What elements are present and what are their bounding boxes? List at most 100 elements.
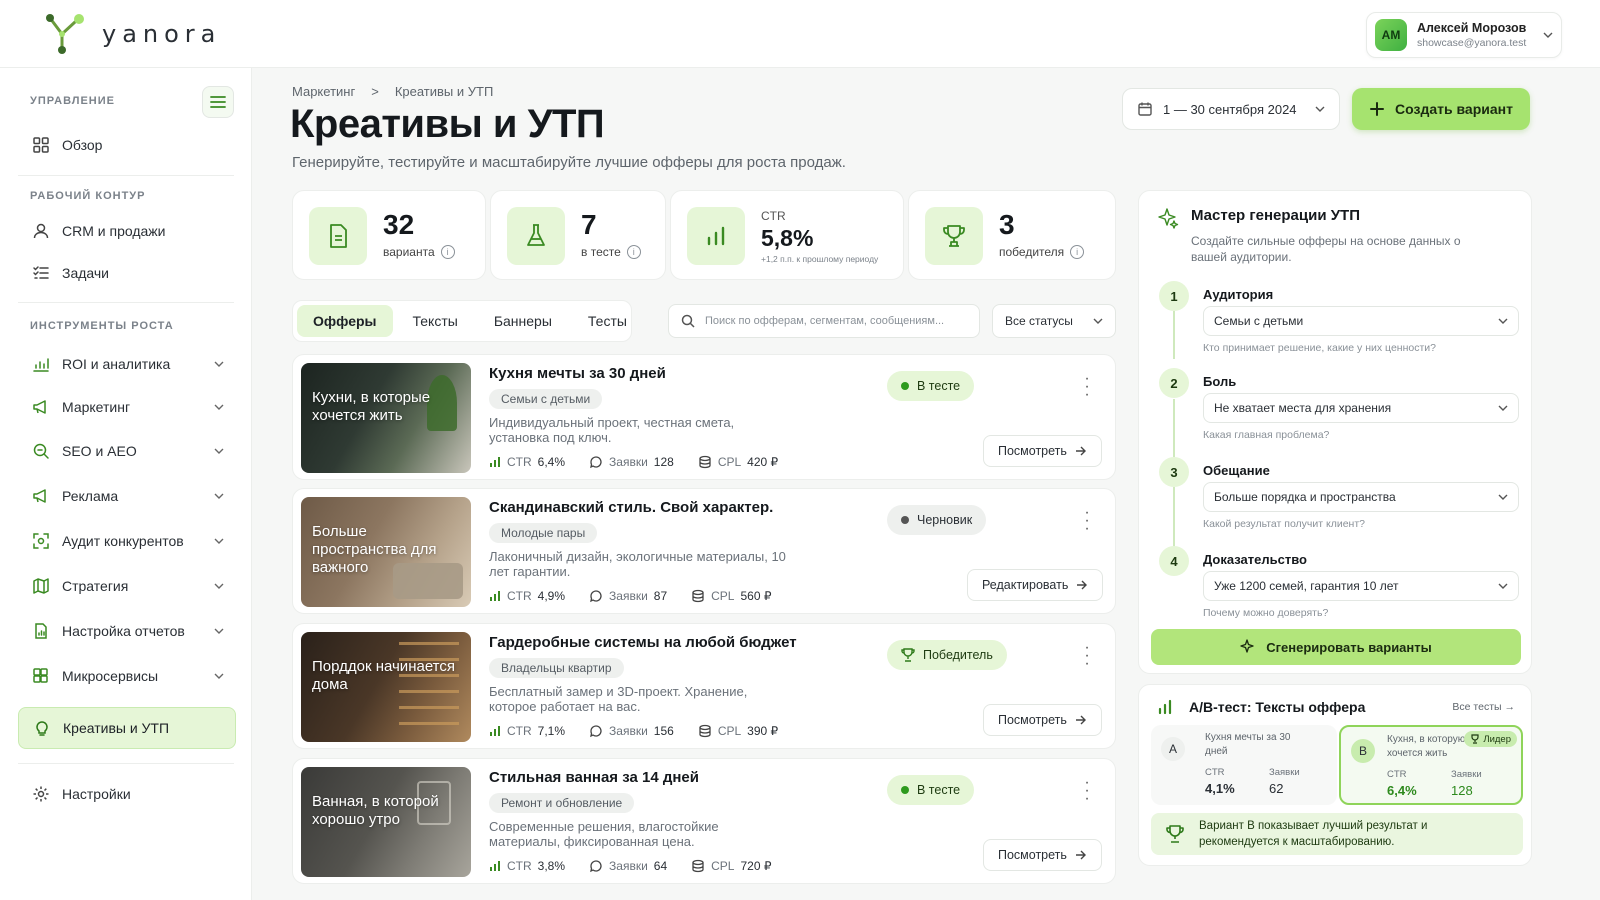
search-placeholder: Поиск по офферам, сегментам, сообщениям.… (705, 315, 945, 327)
audience-select[interactable]: Семьи с детьми (1203, 306, 1519, 336)
sidebar-item-competitors[interactable]: Аудит конкурентов (18, 522, 236, 560)
menu-icon (210, 96, 226, 108)
sidebar-item-ads[interactable]: Реклама (18, 477, 236, 515)
top-bar: yanora АМ Алексей Морозов showcase@yanor… (0, 0, 1600, 68)
leads-value: 156 (653, 724, 674, 738)
user-icon (33, 223, 49, 239)
menu-toggle-button[interactable] (202, 86, 234, 118)
generate-variants-button[interactable]: Сгенерировать варианты (1151, 629, 1521, 665)
cpl-value: 390 ₽ (747, 724, 779, 738)
ctr-value: 4,9% (537, 589, 566, 603)
variant-a-card[interactable]: A Кухня мечты за 30 дней CTR Заявки 4,1%… (1151, 725, 1337, 805)
pain-select[interactable]: Не хватает места для хранения (1203, 393, 1519, 423)
status-filter-select[interactable]: Все статусы (992, 304, 1116, 338)
tab-banners[interactable]: Баннеры (478, 305, 568, 337)
stat-value: 7 (581, 209, 597, 240)
sidebar-item-reports[interactable]: Настройка отчетов (18, 612, 236, 650)
info-icon[interactable]: i (440, 245, 455, 259)
user-email: showcase@yanora.test (1417, 37, 1527, 49)
divider (18, 175, 234, 176)
chevron-down-icon (1093, 318, 1103, 324)
page-title: Креативы и УТП (290, 102, 605, 146)
sidebar-item-overview[interactable]: Обзор (18, 126, 236, 164)
sidebar-item-label: CRM и продажи (62, 223, 166, 239)
calendar-icon (1138, 102, 1152, 116)
view-button[interactable]: Посмотреть (983, 704, 1102, 736)
user-name: Алексей Морозов (1417, 21, 1527, 35)
info-icon[interactable]: i (626, 245, 641, 259)
offer-description: Бесплатный замер и 3D-проект. Хранение, … (489, 684, 748, 714)
offer-card[interactable]: Кухни, в которые хочется жить Кухня мечт… (292, 354, 1116, 480)
sidebar-item-label: Аудит конкурентов (62, 533, 184, 549)
view-button[interactable]: Посмотреть (983, 839, 1102, 871)
chevron-down-icon (214, 404, 224, 410)
search-input[interactable]: Поиск по офферам, сегментам, сообщениям.… (668, 304, 980, 338)
variant-b-card[interactable]: B Кухня, в которую хочется жить Лидер CT… (1339, 725, 1523, 805)
sidebar-item-tasks[interactable]: Задачи (18, 254, 236, 292)
sidebar-item-strategy[interactable]: Стратегия (18, 567, 236, 605)
sidebar-item-microservices[interactable]: Микросервисы (18, 657, 236, 695)
tab-texts[interactable]: Тексты (397, 305, 474, 337)
sidebar-item-crm[interactable]: CRM и продажи (18, 212, 236, 250)
page-subtitle: Генерируйте, тестируйте и масштабируйте … (292, 154, 846, 171)
chevron-down-icon (214, 538, 224, 544)
promise-select[interactable]: Больше порядка и пространства (1203, 482, 1519, 512)
sidebar-section-label: РАБОЧИЙ КОНТУР (30, 190, 146, 202)
offer-description: Индивидуальный проект, честная смета, ус… (489, 415, 735, 445)
sidebar-item-settings[interactable]: Настройки (18, 775, 236, 813)
create-variant-button[interactable]: Создать вариант (1352, 88, 1530, 130)
offer-card[interactable]: Порддок начинается дома Гардеробные сист… (292, 623, 1116, 749)
ctr-label: CTR (1205, 767, 1225, 778)
chevron-down-icon (1498, 318, 1508, 324)
view-button[interactable]: Посмотреть (983, 435, 1102, 467)
sidebar-item-marketing[interactable]: Маркетинг (18, 388, 236, 426)
user-menu[interactable]: АМ Алексей Морозов showcase@yanora.test (1366, 12, 1562, 58)
more-options-icon[interactable]: · · · (1077, 640, 1097, 672)
plus-icon (1370, 102, 1385, 116)
info-icon[interactable]: i (1070, 245, 1085, 259)
more-options-icon[interactable]: · · · (1077, 505, 1097, 537)
sidebar-item-roi[interactable]: ROI и аналитика (18, 345, 236, 383)
sidebar-item-creatives[interactable]: Креативы и УТП (18, 707, 236, 749)
more-options-icon[interactable]: · · · (1077, 775, 1097, 807)
sidebar-item-seo[interactable]: SEO и AEO (18, 432, 236, 470)
chevron-down-icon (1315, 106, 1325, 112)
chevron-down-icon (1498, 494, 1508, 500)
chevron-down-icon (214, 361, 224, 367)
chevron-down-icon (1498, 583, 1508, 589)
breadcrumb-link[interactable]: Маркетинг (292, 84, 355, 99)
proof-select[interactable]: Уже 1200 семей, гарантия 10 лет (1203, 571, 1519, 601)
status-filter-value: Все статусы (1005, 314, 1073, 328)
stat-label: варианта i (383, 245, 455, 259)
offer-card[interactable]: Ванная, в которой хорошо утро Стильная в… (292, 758, 1116, 884)
variant-ctr: 6,4% (1387, 783, 1417, 798)
offer-metrics: CTR 4,9% Заявки 87 CPL 560 ₽ (489, 589, 771, 603)
tab-offers[interactable]: Офферы (297, 305, 393, 337)
leads-label: Заявки (1451, 769, 1482, 780)
offer-card[interactable]: Больше пространства для важного Скандина… (292, 488, 1116, 614)
map-icon (33, 578, 49, 594)
sidebar-item-label: Настройки (62, 786, 131, 802)
sidebar-section-label: УПРАВЛЕНИЕ (30, 95, 115, 107)
message-icon (590, 860, 602, 873)
sidebar-item-label: Обзор (62, 137, 103, 153)
chevron-down-icon (214, 628, 224, 634)
step-hint: Какая главная проблема? (1203, 429, 1330, 441)
step-label: Аудитория (1203, 287, 1274, 302)
all-tests-link[interactable]: Все тесты → (1452, 701, 1515, 713)
date-range-picker[interactable]: 1 — 30 сентября 2024 (1122, 88, 1340, 130)
chevron-down-icon (214, 448, 224, 454)
sparkle-icon (1240, 639, 1254, 653)
create-variant-label: Создать вариант (1395, 101, 1513, 117)
status-badge: Черновик (887, 505, 987, 535)
more-options-icon[interactable]: · · · (1077, 371, 1097, 403)
tab-tests[interactable]: Тесты (572, 305, 643, 337)
logo[interactable]: yanora (42, 12, 221, 56)
blocks-icon (33, 668, 48, 683)
offer-metrics: CTR 7,1% Заявки 156 CPL 390 ₽ (489, 724, 778, 738)
sidebar-item-label: Настройка отчетов (62, 623, 185, 639)
edit-button[interactable]: Редактировать (967, 569, 1104, 601)
scan-icon (33, 533, 49, 549)
message-icon (590, 725, 602, 738)
coins-icon (699, 724, 711, 738)
